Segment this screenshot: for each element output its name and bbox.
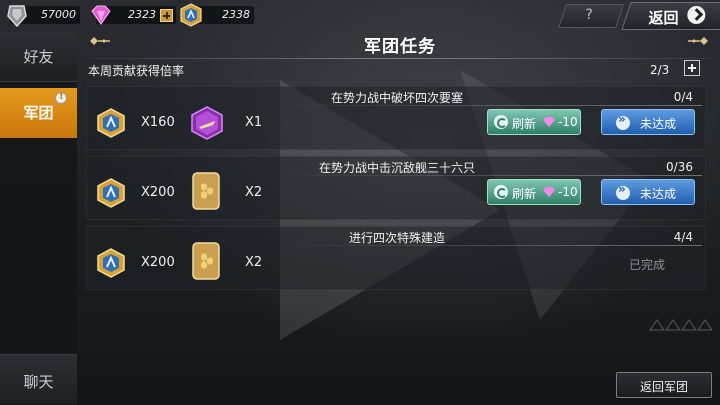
task-progress: 0/36 bbox=[666, 160, 693, 174]
sidebar-tab-chat-label: 聊天 bbox=[23, 373, 54, 391]
weekly-contribution-value: 2/3 bbox=[650, 63, 670, 77]
task-title: 进行四次特殊建造 bbox=[348, 231, 445, 245]
weekly-add-button[interactable] bbox=[684, 60, 700, 76]
reward-1-quantity: X160 bbox=[141, 115, 175, 130]
pink-diamond-icon bbox=[91, 5, 111, 25]
chevron-right-icon bbox=[687, 6, 706, 24]
task-card-2: 在势力战中击沉敌舰三十六只 0/36 X200 X2 刷新 -10 未达成 bbox=[86, 156, 706, 220]
pink-diamond-icon bbox=[543, 117, 555, 127]
sidebar-tab-friends[interactable]: 好友 bbox=[0, 32, 77, 82]
task-card-3: 进行四次特殊建造 4/4 X200 X2 已完成 bbox=[86, 226, 706, 290]
sidebar-tab-chat[interactable]: 聊天 bbox=[0, 354, 77, 404]
ship-blueprint-icon bbox=[191, 106, 223, 140]
sidebar: 好友 军团 聊天 bbox=[0, 32, 77, 405]
refresh-icon bbox=[494, 115, 508, 129]
refresh-icon bbox=[494, 185, 508, 199]
alert-badge-icon bbox=[55, 91, 67, 104]
refresh-cost: -10 bbox=[558, 185, 578, 199]
task-divider bbox=[277, 175, 702, 176]
task-title: 在势力战中破坏四次要塞 bbox=[330, 91, 463, 105]
reward-2-quantity: X2 bbox=[245, 185, 263, 200]
task-divider bbox=[277, 245, 702, 246]
completed-label: 已完成 bbox=[629, 258, 666, 272]
add-diamond-button[interactable] bbox=[160, 9, 173, 22]
reward-1-quantity: X200 bbox=[141, 185, 175, 200]
back-button[interactable]: 返回 bbox=[621, 2, 720, 30]
sidebar-tab-friends-label: 好友 bbox=[23, 48, 54, 66]
reward-2-quantity: X1 bbox=[245, 115, 263, 130]
legion-medal-icon bbox=[97, 108, 125, 138]
status-button[interactable]: 未达成 bbox=[601, 179, 695, 205]
reward-2-quantity: X2 bbox=[245, 255, 263, 270]
task-card-1: 在势力战中破坏四次要塞 0/4 X160 X1 刷新 -10 未达成 bbox=[86, 86, 706, 150]
help-label: ? bbox=[585, 7, 593, 23]
task-divider bbox=[277, 105, 702, 106]
corner-triangles-decoration bbox=[649, 319, 712, 331]
back-label: 返回 bbox=[648, 9, 679, 27]
fast-forward-icon bbox=[616, 182, 630, 200]
pink-diamond-icon bbox=[543, 187, 555, 197]
fuel-crystal-icon bbox=[7, 5, 27, 28]
refresh-label: 刷新 bbox=[512, 187, 537, 201]
legion-medal-icon bbox=[97, 248, 125, 278]
task-title: 在势力战中击沉敌舰三十六只 bbox=[318, 161, 475, 175]
honeycomb-card-icon bbox=[192, 172, 220, 210]
fast-forward-icon bbox=[616, 112, 630, 130]
refresh-cost: -10 bbox=[558, 115, 578, 129]
title-divider bbox=[86, 58, 712, 59]
currency-medal-value: 2338 bbox=[222, 8, 250, 21]
legion-medal-icon bbox=[97, 178, 125, 208]
refresh-button[interactable]: 刷新 -10 bbox=[487, 109, 581, 135]
return-legion-label: 返回军团 bbox=[639, 380, 688, 394]
status-label: 未达成 bbox=[640, 117, 677, 131]
task-progress: 4/4 bbox=[673, 230, 693, 244]
help-button[interactable]: ? bbox=[558, 4, 624, 28]
currency-diamond-value: 2323 bbox=[128, 8, 156, 21]
sidebar-tab-legion-label: 军团 bbox=[23, 104, 54, 122]
title-ornament-right-icon bbox=[688, 37, 708, 45]
legion-medal-icon bbox=[180, 3, 202, 27]
refresh-button[interactable]: 刷新 -10 bbox=[487, 179, 581, 205]
sidebar-tab-legion[interactable]: 军团 bbox=[0, 88, 77, 138]
currency-fuel-value: 57000 bbox=[41, 8, 76, 21]
task-progress: 0/4 bbox=[673, 90, 693, 104]
weekly-contribution-label: 本周贡献获得倍率 bbox=[88, 64, 185, 78]
honeycomb-card-icon bbox=[192, 242, 220, 280]
refresh-label: 刷新 bbox=[512, 117, 537, 131]
status-label: 未达成 bbox=[640, 187, 677, 201]
return-legion-button[interactable]: 返回军团 bbox=[616, 372, 712, 398]
currency-bar: 57000 2323 2338 ? 返回 bbox=[0, 0, 720, 30]
page-title: 军团任务 bbox=[364, 37, 436, 57]
legion-task-screen: 57000 2323 2338 ? 返回 好友 军团 ! 聊天 军团任务 本周贡… bbox=[0, 0, 720, 405]
title-ornament-left-icon bbox=[90, 37, 110, 45]
status-button[interactable]: 未达成 bbox=[601, 109, 695, 135]
plus-icon-vertical bbox=[166, 12, 168, 19]
reward-1-quantity: X200 bbox=[141, 255, 175, 270]
